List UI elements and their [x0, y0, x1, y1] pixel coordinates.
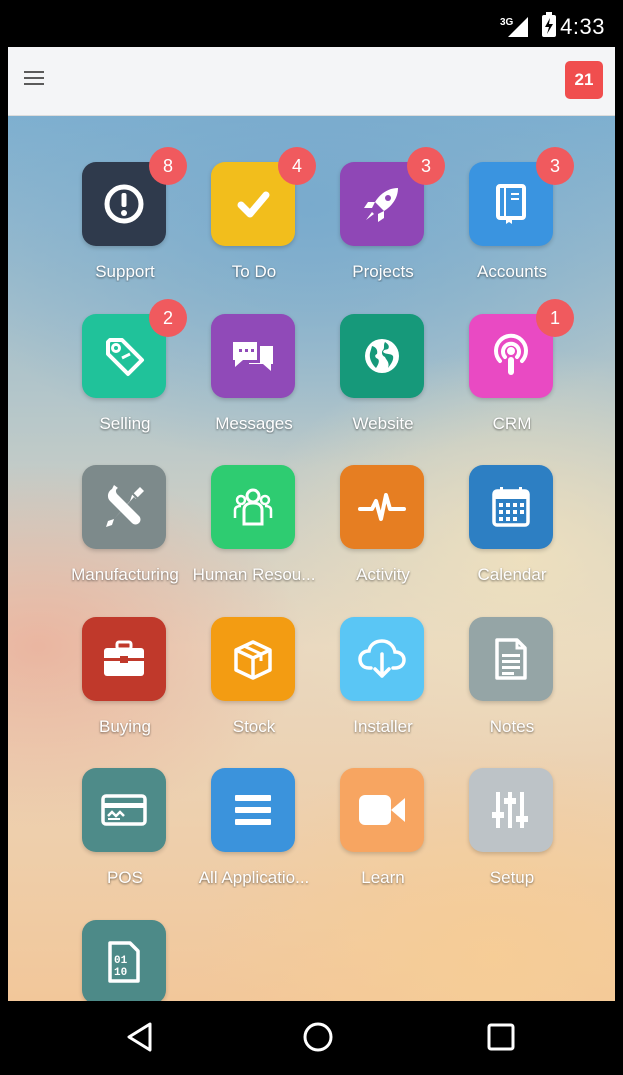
app-label: Messages — [215, 414, 293, 433]
app-label: POS — [107, 868, 143, 887]
app-tile[interactable]: Stock — [192, 617, 316, 757]
credit-card-icon[interactable] — [82, 768, 166, 852]
app-tile[interactable]: Notes — [450, 617, 574, 757]
pulse-icon[interactable] — [340, 465, 424, 549]
device-screen: 3G 4:33 21 8 Support 4 To Do 3 Projects 3 Accou… — [8, 6, 615, 1069]
box-icon[interactable] — [211, 617, 295, 701]
notification-badge: 8 — [149, 147, 187, 185]
app-tile[interactable]: All Applicatio... — [192, 768, 316, 908]
app-label: To Do — [231, 262, 277, 281]
notification-badge: 3 — [407, 147, 445, 185]
app-label: Website — [352, 414, 414, 433]
battery-charging-icon — [542, 12, 556, 37]
app-bar: 21 — [8, 47, 615, 116]
people-icon[interactable] — [211, 465, 295, 549]
app-tile[interactable]: 3 Projects — [321, 147, 445, 302]
app-label: Activity — [356, 565, 410, 584]
hamburger-icon[interactable] — [24, 71, 44, 87]
app-tile[interactable]: Buying — [63, 617, 187, 757]
navigation-bar — [8, 1001, 615, 1069]
document-icon[interactable] — [469, 617, 553, 701]
app-tile[interactable]: 01 10 — [63, 920, 187, 1001]
app-label: Selling — [99, 414, 151, 433]
home-circle-icon[interactable] — [301, 1020, 335, 1054]
app-label: CRM — [492, 414, 532, 433]
notification-badge: 3 — [536, 147, 574, 185]
tools-icon[interactable] — [82, 465, 166, 549]
app-label: Projects — [352, 262, 414, 281]
signal-icon — [508, 17, 528, 37]
notification-badge: 2 — [149, 299, 187, 337]
status-bar: 3G 4:33 — [8, 6, 615, 47]
app-label: All Applicatio... — [198, 868, 310, 887]
calendar-icon[interactable] — [469, 465, 553, 549]
cloud-download-icon[interactable] — [340, 617, 424, 701]
app-label: Installer — [353, 717, 413, 736]
app-tile[interactable]: 1 CRM — [450, 299, 574, 454]
app-label: Support — [95, 262, 155, 281]
app-tile[interactable]: 8 Support — [63, 147, 187, 302]
app-label: Calendar — [477, 565, 547, 584]
clock: 4:33 — [560, 14, 605, 39]
binary-file-icon[interactable]: 01 10 — [82, 920, 166, 1001]
chat-bubbles-icon[interactable] — [211, 314, 295, 398]
sliders-icon[interactable] — [469, 768, 553, 852]
app-label: Setup — [489, 868, 535, 887]
app-tile[interactable]: Learn — [321, 768, 445, 908]
app-tile[interactable]: Human Resou... — [192, 465, 316, 605]
app-tile[interactable]: 4 To Do — [192, 147, 316, 302]
app-label: Human Resou... — [192, 565, 316, 584]
app-tile[interactable]: Activity — [321, 465, 445, 605]
app-label: Learn — [361, 868, 405, 887]
notification-badge: 4 — [278, 147, 316, 185]
app-label: Buying — [99, 717, 151, 736]
notification-badge: 1 — [536, 299, 574, 337]
recents-square-icon[interactable] — [484, 1020, 518, 1054]
svg-text:01: 01 — [114, 955, 128, 967]
app-tile[interactable]: Manufacturing — [63, 465, 187, 605]
app-grid: 8 Support 4 To Do 3 Projects 3 Accounts 2 Selling… — [8, 116, 615, 1001]
app-tile[interactable]: Messages — [192, 314, 316, 454]
notification-count-badge[interactable]: 21 — [565, 61, 603, 99]
back-triangle-icon[interactable] — [123, 1020, 157, 1054]
app-label: Stock — [232, 717, 276, 736]
globe-icon[interactable] — [340, 314, 424, 398]
app-label: Manufacturing — [71, 565, 179, 584]
app-tile[interactable]: Website — [321, 314, 445, 454]
app-label: Notes — [489, 717, 535, 736]
app-tile[interactable]: Installer — [321, 617, 445, 757]
app-tile[interactable]: Calendar — [450, 465, 574, 605]
app-tile[interactable]: 2 Selling — [63, 299, 187, 454]
video-camera-icon[interactable] — [340, 768, 424, 852]
app-label: Accounts — [477, 262, 547, 281]
briefcase-icon[interactable] — [82, 617, 166, 701]
svg-text:10: 10 — [114, 967, 127, 979]
app-tile[interactable]: Setup — [450, 768, 574, 908]
app-tile[interactable]: 3 Accounts — [450, 147, 574, 302]
app-tile[interactable]: POS — [63, 768, 187, 908]
list-icon[interactable] — [211, 768, 295, 852]
